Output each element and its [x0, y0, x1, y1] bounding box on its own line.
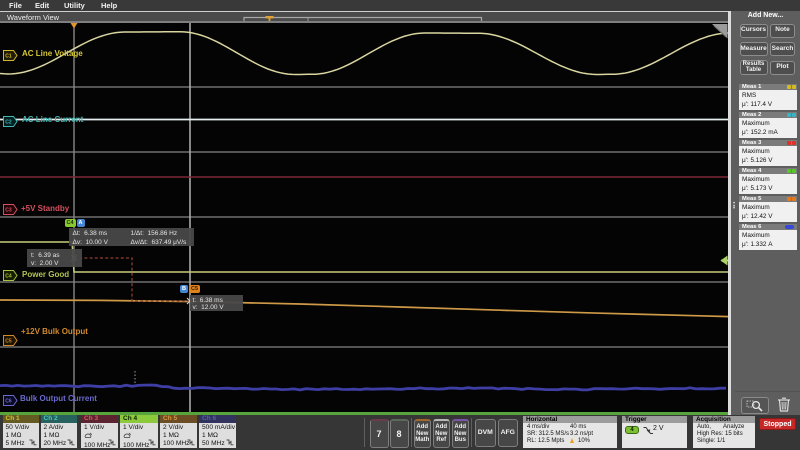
- svg-text:C3: C3: [5, 208, 12, 214]
- svg-text:C5: C5: [5, 339, 12, 345]
- svg-text:C6: C6: [5, 398, 12, 404]
- svg-text:C2: C2: [5, 119, 12, 125]
- svg-text:C4: C4: [5, 274, 12, 280]
- svg-text:C1: C1: [5, 53, 12, 59]
